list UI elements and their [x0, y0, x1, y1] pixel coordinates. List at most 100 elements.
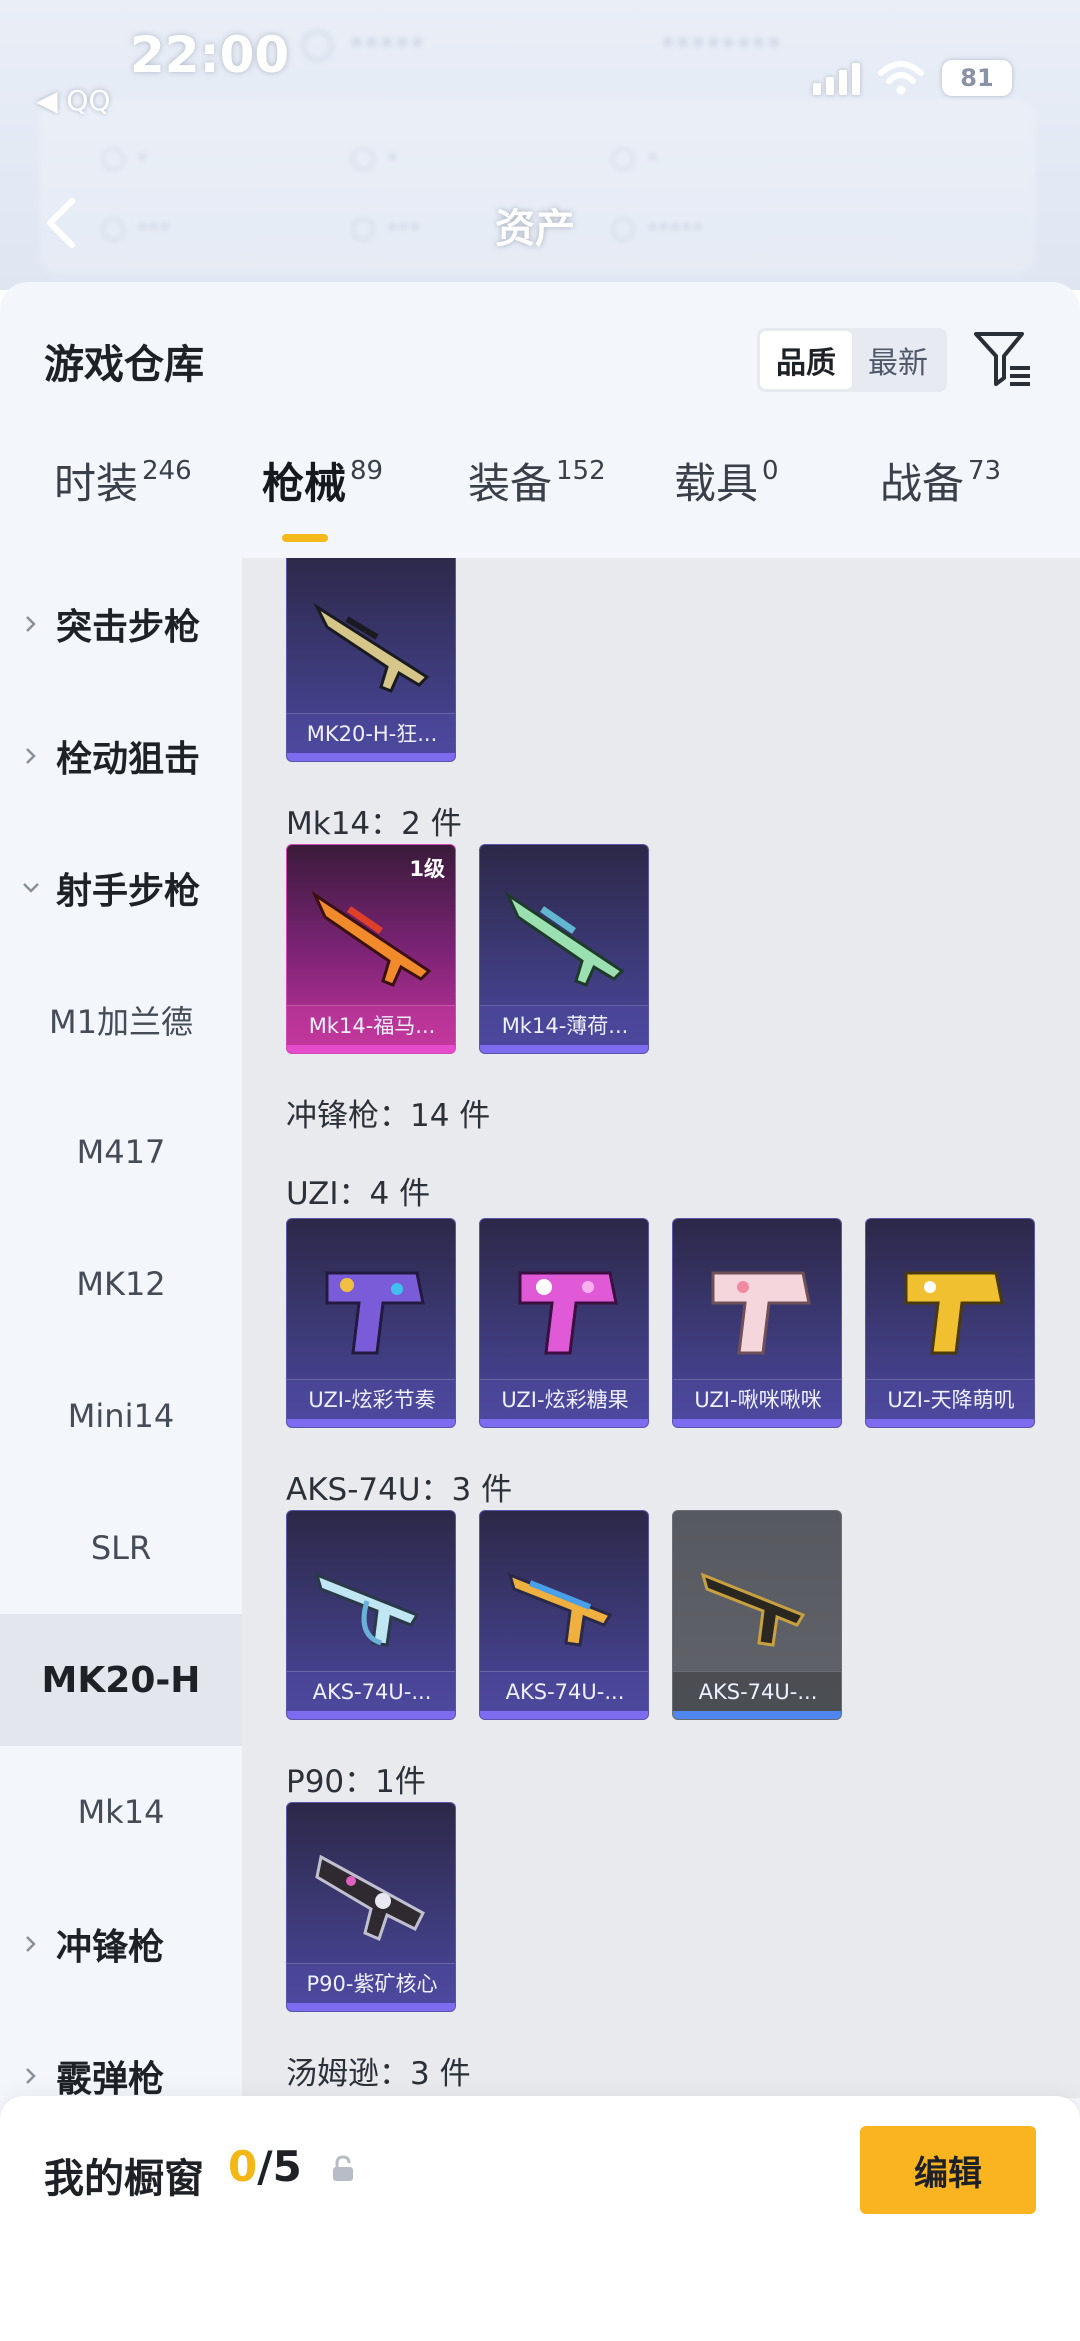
group-label: P90：1件 — [286, 1764, 426, 1800]
tab-count: 152 — [556, 456, 606, 486]
wifi-icon — [878, 61, 924, 95]
rarity-bar — [287, 1045, 455, 1053]
smg-skin-image — [325, 1271, 425, 1355]
sidebar-item-assault-rifles[interactable]: 突击步枪 — [0, 558, 242, 690]
sidebar-item-m417[interactable]: M417 — [0, 1086, 242, 1218]
warehouse-panel: 游戏仓库 品质 最新 时装 246 枪械 89 装备 152 载具 0 战备 7… — [0, 282, 1080, 2341]
back-to-app-link[interactable]: ◀ QQ — [36, 84, 111, 117]
rarity-bar — [287, 753, 455, 761]
tab-vehicles[interactable]: 载具 0 — [674, 454, 779, 514]
group-label: AKS-74U：3 件 — [286, 1472, 513, 1508]
blurred-stat: ○ ··· — [100, 210, 171, 245]
sidebar-item-m1-garand[interactable]: M1加兰德 — [0, 954, 242, 1086]
smg-skin-image — [314, 1572, 420, 1647]
weapon-card[interactable]: AKS-74U-... — [479, 1510, 649, 1720]
showcase-current-count: 0 — [228, 2142, 258, 2191]
chevron-right-icon — [26, 1936, 36, 1952]
lock-icon — [333, 2155, 353, 2181]
sidebar-item-label: M417 — [76, 1133, 166, 1171]
weapon-card[interactable]: AKS-74U-... — [672, 1510, 842, 1720]
weapon-card[interactable]: UZI-天降萌叽 — [865, 1218, 1035, 1428]
rifle-skin-image — [313, 602, 430, 693]
weapon-card[interactable]: Mk14-薄荷... — [479, 844, 649, 1054]
weapon-card-name: AKS-74U-... — [480, 1671, 648, 1711]
weapon-card[interactable]: UZI-炫彩节奏 — [286, 1218, 456, 1428]
sidebar-item-marksman-rifles[interactable]: 射手步枪 — [0, 822, 242, 954]
tab-supplies[interactable]: 战备 73 — [880, 454, 1001, 514]
smg-skin-image — [507, 1572, 613, 1647]
showcase-count: 0/5 — [228, 2142, 302, 2191]
sidebar-item-mk12[interactable]: MK12 — [0, 1218, 242, 1350]
smg-skin-image — [518, 1271, 618, 1355]
sidebar-item-smgs[interactable]: 冲锋枪 — [0, 1878, 242, 2010]
group-label: UZI：4 件 — [286, 1176, 431, 1212]
tab-fashion[interactable]: 时装 246 — [54, 454, 192, 514]
active-tab-indicator — [282, 534, 328, 542]
tab-label: 时装 — [54, 459, 139, 508]
blurred-stat: ········ — [660, 20, 782, 66]
filter-icon[interactable] — [970, 326, 1034, 390]
edit-button[interactable]: 编辑 — [860, 2126, 1036, 2214]
smg-skin-image — [904, 1271, 1004, 1355]
sidebar-item-mk20h[interactable]: MK20-H — [0, 1614, 242, 1746]
group-label: 冲锋枪：14 件 — [286, 1098, 491, 1134]
sidebar-item-label: 霰弹枪 — [56, 2059, 165, 2100]
weapon-card-name: UZI-炫彩糖果 — [480, 1379, 648, 1419]
rarity-bar — [480, 1419, 648, 1427]
weapon-card-name: UZI-天降萌叽 — [866, 1379, 1034, 1419]
chevron-down-icon — [23, 883, 39, 893]
tab-firearms[interactable]: 枪械 89 — [262, 454, 383, 514]
sidebar-item-mini14[interactable]: Mini14 — [0, 1350, 242, 1482]
blurred-stat: ○ ··· — [350, 210, 421, 245]
sidebar-item-label: Mk14 — [77, 1793, 165, 1831]
weapon-card[interactable]: MK20-H-狂... — [286, 558, 456, 762]
panel-title: 游戏仓库 — [44, 342, 204, 388]
chevron-right-icon — [26, 748, 36, 764]
rarity-bar — [287, 1419, 455, 1427]
tab-count: 0 — [762, 456, 779, 486]
tab-count: 246 — [142, 456, 192, 486]
rarity-bar — [866, 1419, 1034, 1427]
sidebar-item-bolt-snipers[interactable]: 栓动狙击 — [0, 690, 242, 822]
blurred-stat: ○ · — [350, 140, 399, 175]
rarity-bar — [287, 2003, 455, 2011]
sidebar-item-label: M1加兰德 — [49, 1003, 193, 1041]
tab-label: 载具 — [674, 459, 759, 508]
rarity-bar — [480, 1045, 648, 1053]
status-icons: 81 — [813, 60, 1012, 96]
rifle-skin-image — [311, 890, 432, 987]
group-label: Mk14：2 件 — [286, 806, 462, 842]
back-chevron-icon[interactable] — [40, 195, 80, 251]
weapon-card-name: Mk14-薄荷... — [480, 1005, 648, 1045]
sidebar-item-mk14[interactable]: Mk14 — [0, 1746, 242, 1878]
showcase-max-count: /5 — [257, 2142, 302, 2191]
weapon-card-name: Mk14-福马... — [287, 1005, 455, 1045]
weapon-card[interactable]: 1级 Mk14-福马... — [286, 844, 456, 1054]
sort-by-latest-button[interactable]: 最新 — [852, 331, 944, 389]
weapon-card[interactable]: UZI-啾咪啾咪 — [672, 1218, 842, 1428]
weapon-grid: MK20-H-狂... Mk14：2 件 1级 Mk14-福马... Mk14-… — [242, 558, 1080, 2098]
sidebar-item-label: MK20-H — [41, 1659, 201, 1701]
tab-label: 枪械 — [262, 459, 347, 508]
showcase-bar: 我的橱窗 0/5 编辑 — [0, 2096, 1080, 2341]
rarity-bar — [673, 1419, 841, 1427]
sidebar-item-label: 栓动狙击 — [56, 739, 201, 780]
weapon-card-name: UZI-啾咪啾咪 — [673, 1379, 841, 1419]
weapon-card[interactable]: UZI-炫彩糖果 — [479, 1218, 649, 1428]
tab-count: 73 — [968, 456, 1002, 486]
group-label: 汤姆逊：3 件 — [286, 2056, 471, 2092]
weapon-card-name: UZI-炫彩节奏 — [287, 1379, 455, 1419]
blurred-stat: ○ · — [610, 140, 659, 175]
weapon-card[interactable]: AKS-74U-... — [286, 1510, 456, 1720]
sidebar-item-slr[interactable]: SLR — [0, 1482, 242, 1614]
weapon-card[interactable]: P90-紫矿核心 — [286, 1802, 456, 2012]
blurred-stat: ○ ····· — [300, 20, 425, 66]
sidebar-item-label: SLR — [90, 1529, 152, 1567]
tab-equipment[interactable]: 装备 152 — [468, 454, 606, 514]
sidebar-item-label: 突击步枪 — [56, 607, 201, 648]
tab-label: 装备 — [468, 459, 553, 508]
showcase-title: 我的橱窗 — [44, 2156, 204, 2202]
sort-by-quality-button[interactable]: 品质 — [760, 331, 852, 389]
weapon-card-name: AKS-74U-... — [287, 1671, 455, 1711]
rifle-skin-image — [504, 890, 625, 987]
